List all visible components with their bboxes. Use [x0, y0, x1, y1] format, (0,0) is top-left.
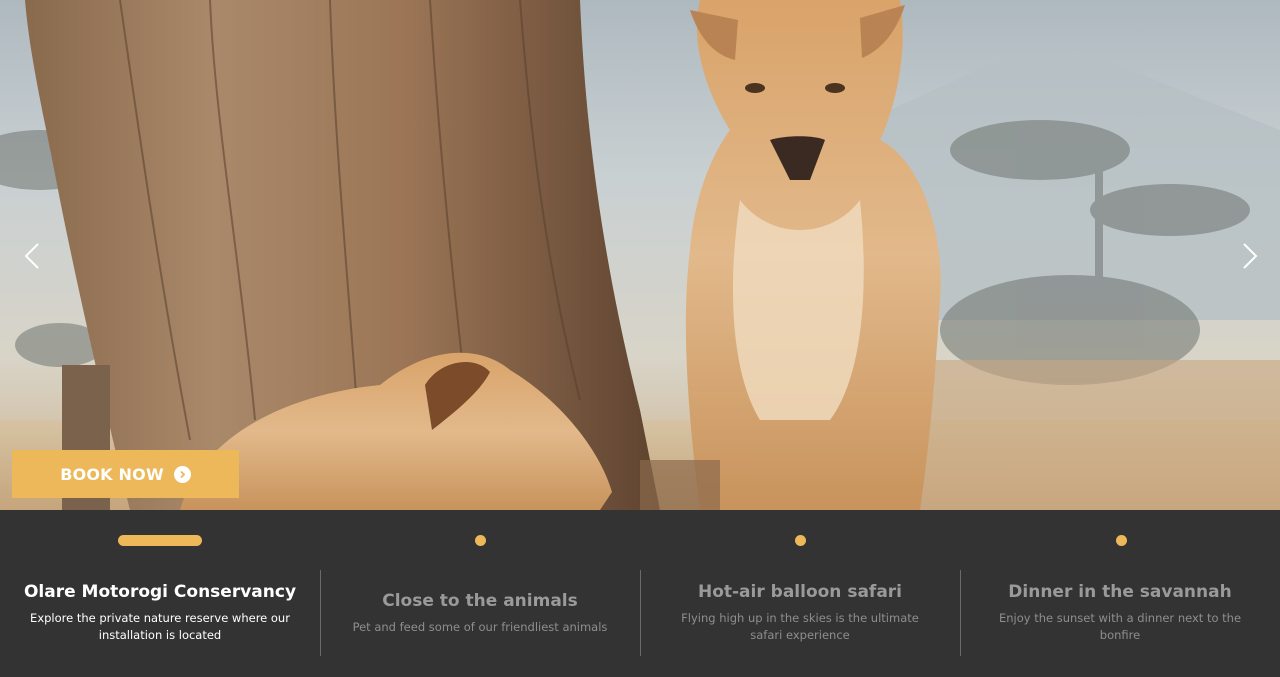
feature-tabs: Olare Motorogi Conservancy Explore the p… [0, 510, 1280, 677]
book-now-button[interactable]: BOOK NOW [12, 450, 239, 498]
feature-description: Flying high up in the skies is the ultim… [681, 611, 919, 642]
feature-title: Dinner in the savannah [1008, 582, 1232, 602]
chevron-left-icon [24, 243, 39, 269]
inactive-indicator [475, 535, 486, 546]
feature-tab-conservancy[interactable]: Olare Motorogi Conservancy Explore the p… [0, 510, 320, 677]
feature-description: Enjoy the sunset with a dinner next to t… [998, 611, 1242, 642]
feature-tab-balloon[interactable]: Hot-air balloon safari Flying high up in… [640, 510, 960, 677]
feature-title: Close to the animals [382, 591, 578, 611]
inactive-indicator [1116, 535, 1127, 546]
feature-title: Hot-air balloon safari [697, 582, 903, 602]
feature-description: Pet and feed some of our friendliest ani… [352, 620, 608, 634]
divider [320, 570, 321, 656]
feature-tab-dinner[interactable]: Dinner in the savannah Enjoy the sunset … [960, 510, 1280, 677]
chevron-right-icon [1243, 243, 1258, 269]
hero-slider: BOOK NOW [0, 0, 1280, 510]
hero-image [0, 0, 1280, 510]
slider-next-button[interactable] [1234, 238, 1264, 274]
arrow-circle-right-icon [173, 465, 191, 483]
inactive-indicator [795, 535, 806, 546]
feature-title: Olare Motorogi Conservancy [23, 582, 297, 602]
feature-tab-animals[interactable]: Close to the animals Pet and feed some o… [320, 510, 640, 677]
book-now-label: BOOK NOW [60, 464, 164, 484]
active-indicator [118, 535, 202, 546]
feature-description: Explore the private nature reserve where… [30, 611, 290, 642]
slider-prev-button[interactable] [18, 238, 48, 274]
